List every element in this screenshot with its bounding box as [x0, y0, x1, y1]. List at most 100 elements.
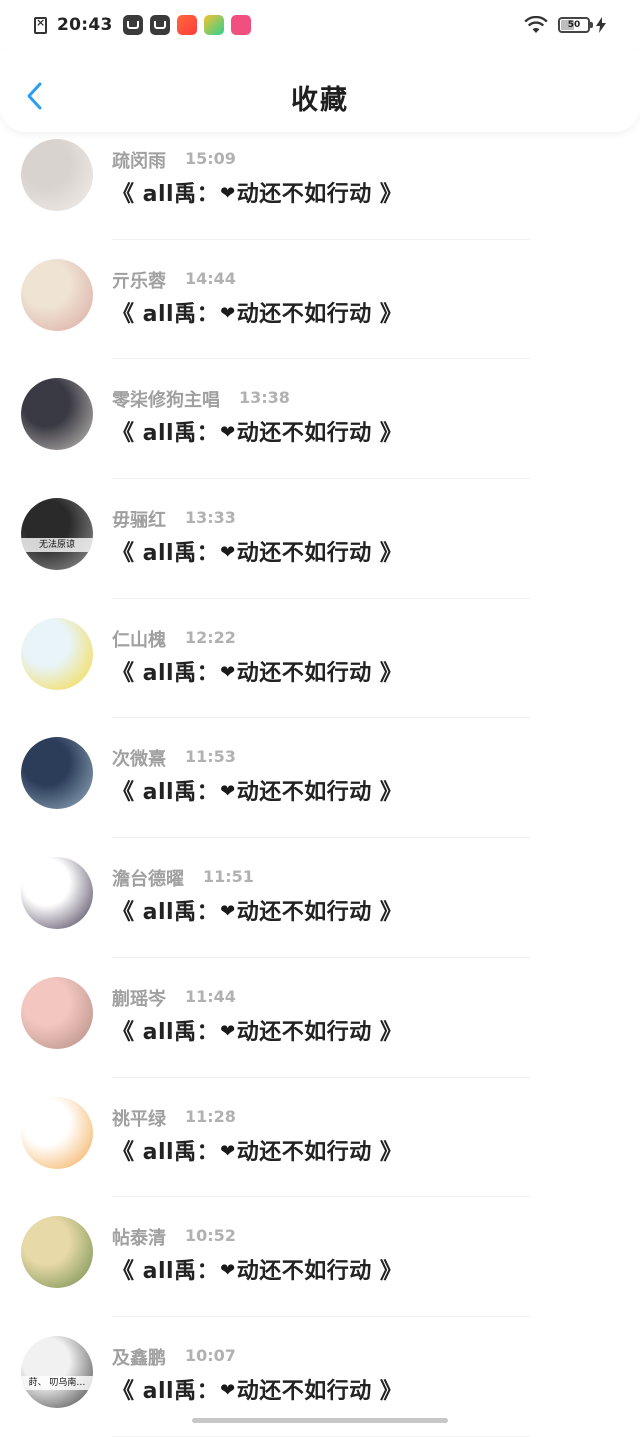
user-name: 零柒修狗主唱 [112, 390, 220, 412]
message-text[interactable]: 《 all禹：❤动还不如行动 》 [112, 1253, 402, 1285]
heart-icon: ❤ [220, 1020, 236, 1042]
avatar-caption: 莳、 叨乌南… [21, 1375, 93, 1390]
user-name: 及鑫鹏 [112, 1347, 166, 1369]
list-item[interactable]: 蒯瑶岑 11:44 《 all禹：❤动还不如行动 》 [0, 958, 640, 1078]
user-name: 次微熹 [112, 749, 166, 771]
post-time: 14:44 [185, 268, 236, 288]
notification-app-icon [149, 15, 170, 35]
post-time: 11:44 [185, 986, 236, 1006]
page-title: 收藏 [291, 85, 349, 116]
message-text[interactable]: 《 all禹：❤动还不如行动 》 [112, 415, 402, 447]
avatar[interactable] [21, 258, 93, 331]
status-bar: 20:43 50 [0, 0, 640, 50]
message-text[interactable]: 《 all禹：❤动还不如行动 》 [112, 1373, 402, 1405]
message-prefix: 《 all禹： [112, 780, 220, 806]
post-time: 13:33 [185, 508, 236, 528]
list-item[interactable]: 祧平绿 11:28 《 all禹：❤动还不如行动 》 [0, 1078, 640, 1198]
message-text[interactable]: 《 all禹：❤动还不如行动 》 [112, 655, 402, 687]
message-text[interactable]: 《 all禹：❤动还不如行动 》 [112, 176, 402, 208]
avatar[interactable] [21, 737, 93, 810]
heart-icon: ❤ [220, 661, 236, 683]
message-suffix: 动还不如行动 》 [236, 182, 403, 207]
message-text[interactable]: 《 all禹：❤动还不如行动 》 [112, 894, 402, 926]
avatar[interactable] [21, 378, 93, 451]
message-prefix: 《 all禹： [112, 900, 220, 926]
battery-icon: 50 [558, 17, 593, 33]
message-suffix: 动还不如行动 》 [236, 1378, 403, 1404]
message-text[interactable]: 《 all禹：❤动还不如行动 》 [112, 535, 402, 567]
message-prefix: 《 all禹： [112, 541, 220, 567]
message-prefix: 《 all禹： [112, 1139, 220, 1165]
heart-icon: ❤ [220, 1379, 236, 1401]
message-suffix: 动还不如行动 》 [236, 1139, 403, 1165]
list-item[interactable]: 次微熹 11:53 《 all禹：❤动还不如行动 》 [0, 718, 640, 839]
post-time: 10:52 [185, 1226, 236, 1246]
message-prefix: 《 all禹： [112, 182, 220, 207]
no-sim-icon [34, 16, 47, 34]
avatar[interactable] [21, 1216, 93, 1289]
message-text[interactable]: 《 all禹：❤动还不如行动 》 [112, 774, 402, 806]
list-item[interactable]: 帖泰清 10:52 《 all禹：❤动还不如行动 》 [0, 1197, 640, 1317]
status-right: 50 [524, 13, 606, 37]
message-suffix: 动还不如行动 》 [236, 421, 403, 447]
user-name: 澹台德曜 [112, 869, 184, 891]
message-suffix: 动还不如行动 》 [236, 541, 403, 567]
header: 收藏 [0, 50, 640, 132]
message-text[interactable]: 《 all禹：❤动还不如行动 》 [112, 1134, 402, 1166]
message-suffix: 动还不如行动 》 [236, 660, 403, 686]
charging-icon [596, 17, 606, 33]
post-time: 11:28 [185, 1106, 236, 1126]
post-time: 11:51 [203, 867, 254, 887]
avatar[interactable]: 无法原谅 [21, 498, 93, 571]
user-name: 仁山槐 [112, 629, 166, 651]
wifi-icon [524, 16, 548, 33]
message-text[interactable]: 《 all禹：❤动还不如行动 》 [112, 1014, 402, 1046]
avatar[interactable] [21, 1096, 93, 1169]
list-item[interactable]: 仁山槐 12:22 《 all禹：❤动还不如行动 》 [0, 599, 640, 719]
message-prefix: 《 all禹： [112, 421, 220, 447]
message-suffix: 动还不如行动 》 [236, 301, 403, 327]
heart-icon: ❤ [220, 302, 236, 324]
heart-icon: ❤ [220, 1260, 236, 1282]
message-text[interactable]: 《 all禹：❤动还不如行动 》 [112, 296, 402, 328]
notification-app-icon [230, 15, 251, 35]
message-prefix: 《 all禹： [112, 301, 220, 327]
heart-icon: ❤ [220, 183, 236, 204]
list-item[interactable]: 亓乐蓉 14:44 《 all禹：❤动还不如行动 》 [0, 240, 640, 360]
list-item[interactable]: 无法原谅 毋骊红 13:33 《 all禹：❤动还不如行动 》 [0, 479, 640, 599]
list-item[interactable]: 疏闵雨 15:09 《 all禹：❤动还不如行动 》 [0, 120, 640, 240]
list-item[interactable]: 澹台德曜 11:51 《 all禹：❤动还不如行动 》 [0, 838, 640, 958]
post-time: 10:07 [185, 1345, 236, 1365]
home-indicator [192, 1418, 448, 1423]
avatar[interactable] [21, 617, 93, 690]
message-suffix: 动还不如行动 》 [236, 1259, 403, 1285]
favorites-list: 疏闵雨 15:09 《 all禹：❤动还不如行动 》亓乐蓉 14:44 《 all禹：❤… [0, 120, 640, 1437]
user-name: 毋骊红 [112, 510, 166, 532]
avatar[interactable] [21, 857, 93, 930]
post-time: 13:38 [239, 388, 290, 408]
user-name: 祧平绿 [112, 1108, 166, 1130]
heart-icon: ❤ [220, 901, 236, 923]
user-name: 帖泰清 [112, 1228, 166, 1250]
status-left: 20:43 [34, 12, 258, 38]
notification-app-icon [122, 15, 143, 35]
status-clock: 20:43 [57, 15, 113, 35]
user-name: 疏闵雨 [112, 151, 166, 172]
notification-app-icon [176, 15, 197, 35]
user-name: 亓乐蓉 [112, 270, 166, 292]
heart-icon: ❤ [220, 542, 236, 564]
divider [112, 1435, 530, 1437]
avatar[interactable] [21, 139, 93, 211]
heart-icon: ❤ [220, 1140, 236, 1162]
list-item[interactable]: 零柒修狗主唱 13:38 《 all禹：❤动还不如行动 》 [0, 359, 640, 480]
avatar-caption: 无法原谅 [21, 538, 93, 553]
message-suffix: 动还不如行动 》 [236, 900, 403, 926]
avatar[interactable] [21, 976, 93, 1049]
avatar[interactable]: 莳、 叨乌南… [21, 1335, 93, 1408]
battery-percent: 50 [567, 20, 581, 30]
heart-icon: ❤ [220, 422, 236, 444]
message-prefix: 《 all禹： [112, 1259, 220, 1285]
message-prefix: 《 all禹： [112, 1019, 220, 1045]
message-suffix: 动还不如行动 》 [236, 780, 403, 806]
notification-app-icon [203, 15, 224, 35]
